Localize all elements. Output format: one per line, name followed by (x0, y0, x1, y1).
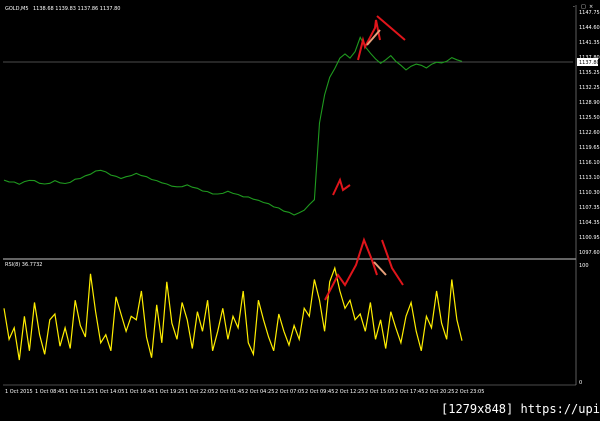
time-axis-tick-label: 1 Oct 08:45 (35, 389, 64, 395)
time-axis-tick-label: 1 Oct 16:45 (125, 389, 154, 395)
price-axis-tick-label: 1119.65 (579, 145, 600, 151)
time-axis-tick-label: 1 Oct 14:05 (95, 389, 124, 395)
annotation-arrow-rsi-1 (324, 237, 378, 301)
chart-ohlc-label: 1138.68 1139.83 1137.86 1137.80 (33, 6, 120, 12)
price-axis-tick-label: 1147.75 (579, 10, 600, 16)
chart-canvas[interactable]: GOLD,M5 1138.68 1139.83 1137.86 1137.80 … (0, 0, 600, 417)
time-axis-tick-label: 2 Oct 04:25 (245, 389, 274, 395)
annotation-arrow-price-1 (332, 177, 351, 196)
price-axis-tick-label: 1132.25 (579, 85, 600, 91)
price-panel[interactable] (3, 36, 573, 216)
time-axis[interactable]: 1 Oct 2015 1 Oct 08:45 1 Oct 11:25 1 Oct 14… (5, 389, 484, 395)
price-axis-tick-label: 1113.10 (579, 175, 600, 181)
annotation-arrow-price-4 (376, 15, 406, 41)
price-axis-tick-label: 1122.60 (579, 130, 600, 136)
price-axis-tick-label: 1141.35 (579, 40, 600, 46)
price-axis-tick-label: 1116.10 (579, 160, 600, 166)
price-axis-tick-label: 1128.90 (579, 100, 600, 106)
time-axis-tick-label: 2 Oct 23:05 (455, 389, 484, 395)
price-axis-tick-label: 1144.60 (579, 25, 600, 31)
time-axis-tick-label: 1 Oct 11:25 (65, 389, 94, 395)
rsi-max-label: 100 (579, 263, 589, 269)
price-axis-tick-label: 1125.50 (579, 115, 600, 121)
chart-symbol-label: GOLD,M5 (5, 6, 29, 12)
annotation-arrow-rsi-3 (381, 239, 404, 286)
chart-window[interactable]: GOLD,M5 1138.68 1139.83 1137.86 1137.80 … (0, 0, 600, 417)
time-axis-tick-label: 1 Oct 19:25 (155, 389, 184, 395)
price-axis-tick-label: 1110.30 (579, 190, 600, 196)
price-series-line (3, 36, 463, 216)
window-header: GOLD,M5 1138.68 1139.83 1137.86 1137.80 (5, 6, 120, 12)
price-axis-tick-label: 1135.25 (579, 70, 600, 76)
time-axis-tick-label: 2 Oct 20:25 (425, 389, 454, 395)
rsi-indicator-label: RSI(8) 36.7732 (5, 262, 42, 268)
time-axis-tick-label: 2 Oct 09:45 (305, 389, 334, 395)
minimize-icon[interactable]: - (573, 4, 575, 10)
price-axis-tick-label: 1100.95 (579, 235, 600, 241)
time-axis-tick-label: 2 Oct 12:25 (335, 389, 364, 395)
rsi-min-label: 0 (579, 380, 582, 386)
time-axis-tick-label: 1 Oct 22:05 (185, 389, 214, 395)
watermark-text: [1279x848] https://upic.me/ (441, 402, 600, 416)
time-axis-tick-label: 2 Oct 17:45 (395, 389, 424, 395)
current-price-label: 1137.80 (579, 60, 600, 66)
price-axis[interactable]: 1147.75 1144.60 1141.35 1137.80 1135.25 1132.… (579, 10, 600, 256)
price-axis-tick-label: 1097.60 (579, 250, 600, 256)
time-axis-tick-label: 2 Oct 07:05 (275, 389, 304, 395)
price-axis-tick-label: 1107.35 (579, 205, 600, 211)
time-axis-tick-label: 2 Oct 01:45 (215, 389, 244, 395)
price-axis-tick-label: 1104.35 (579, 220, 600, 226)
time-axis-tick-label: 2 Oct 15:05 (365, 389, 394, 395)
time-axis-tick-label: 1 Oct 2015 (5, 389, 33, 395)
rsi-series-line (3, 265, 463, 361)
rsi-panel[interactable]: RSI(8) 36.7732 (3, 262, 463, 361)
